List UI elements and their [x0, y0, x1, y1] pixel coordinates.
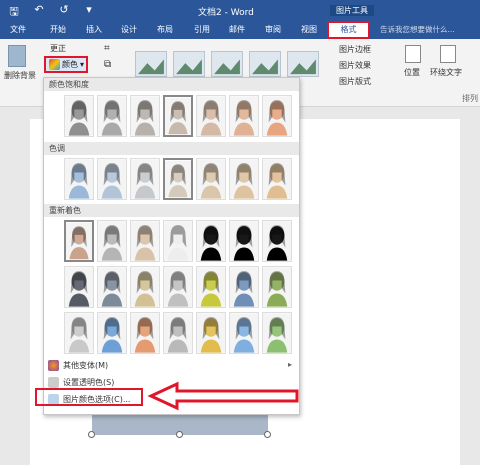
- arrange-group-label: 排列: [462, 94, 478, 103]
- tab-insert[interactable]: 插入: [86, 24, 102, 35]
- tell-me-search[interactable]: 告诉我您想要做什么...: [380, 24, 455, 35]
- resize-handle[interactable]: [176, 431, 183, 438]
- color-swatch[interactable]: [229, 266, 259, 308]
- save-icon[interactable]: 🖫: [6, 3, 22, 22]
- set-transparent-label: 设置透明色(S): [63, 378, 115, 387]
- color-swatch[interactable]: [97, 312, 127, 354]
- tab-references[interactable]: 引用: [194, 24, 210, 35]
- color-swatch[interactable]: [196, 266, 226, 308]
- more-variants-item[interactable]: 其他变体(M): [48, 360, 108, 371]
- document-title: 文档2 - Word: [198, 8, 254, 18]
- set-transparent-color-item[interactable]: 设置透明色(S): [48, 377, 114, 388]
- remove-background-button[interactable]: 删除背景: [4, 70, 36, 81]
- picture-border-button[interactable]: 图片边框: [339, 44, 371, 55]
- color-swatch[interactable]: [196, 220, 226, 262]
- color-swatch[interactable]: [97, 95, 127, 137]
- picture-style-thumb[interactable]: [211, 51, 243, 77]
- color-swatch[interactable]: [97, 220, 127, 262]
- wrap-text-button[interactable]: 环绕文字: [430, 67, 462, 78]
- picture-style-thumb[interactable]: [173, 51, 205, 77]
- position-icon[interactable]: [405, 45, 421, 63]
- color-swatch[interactable]: [163, 312, 193, 354]
- color-tone-header: 色调: [44, 142, 299, 155]
- color-swatch[interactable]: [262, 312, 292, 354]
- transparent-color-icon: [48, 377, 59, 388]
- corrections-button[interactable]: 更正: [50, 43, 66, 54]
- color-button[interactable]: 颜色 ▾: [44, 56, 88, 73]
- picture-effects-button[interactable]: 图片效果: [339, 60, 371, 71]
- picture-style-thumb[interactable]: [249, 51, 281, 77]
- color-swatch[interactable]: [130, 95, 160, 137]
- compress-pictures-icon[interactable]: ⌗: [104, 43, 110, 54]
- tab-format[interactable]: 格式: [327, 21, 370, 39]
- color-swatch[interactable]: [163, 220, 193, 262]
- color-swatch[interactable]: [229, 220, 259, 262]
- tab-view[interactable]: 视图: [301, 24, 317, 35]
- color-swatch[interactable]: [262, 95, 292, 137]
- more-variants-label: 其他变体(M): [63, 361, 109, 370]
- position-button[interactable]: 位置: [404, 67, 420, 78]
- color-swatch[interactable]: [64, 95, 94, 137]
- resize-handle[interactable]: [88, 431, 95, 438]
- color-swatch[interactable]: [64, 266, 94, 308]
- color-swatch[interactable]: [97, 266, 127, 308]
- color-swatch[interactable]: [196, 312, 226, 354]
- color-swatch[interactable]: [130, 158, 160, 200]
- remove-background-icon[interactable]: [8, 45, 26, 67]
- picture-style-thumb[interactable]: [135, 51, 167, 77]
- color-swatch[interactable]: [262, 220, 292, 262]
- palette-icon: [48, 360, 59, 371]
- color-swatch[interactable]: [64, 158, 94, 200]
- tab-home[interactable]: 开始: [50, 24, 66, 35]
- color-swatch[interactable]: [64, 312, 94, 354]
- undo-icon[interactable]: ↶: [31, 3, 47, 22]
- color-swatch[interactable]: [196, 95, 226, 137]
- ribbon-tabs: 文件 开始 插入 设计 布局 引用 邮件 审阅 视图 格式 告诉我您想要做什么.…: [0, 21, 480, 39]
- color-swatch[interactable]: [97, 158, 127, 200]
- resize-handle[interactable]: [264, 431, 271, 438]
- highlight-box: [35, 388, 143, 406]
- color-swatch[interactable]: [229, 95, 259, 137]
- redo-icon[interactable]: ↺: [56, 3, 72, 22]
- tab-file[interactable]: 文件: [10, 24, 26, 35]
- tab-design[interactable]: 设计: [121, 24, 137, 35]
- color-dropdown-menu: 颜色饱和度 色调 重新着色 其他变体(M) ▸ 设置透明色(S) 图片颜色选项(…: [43, 77, 300, 415]
- tab-mailings[interactable]: 邮件: [229, 24, 245, 35]
- color-swatch[interactable]: [130, 220, 160, 262]
- color-saturation-header: 颜色饱和度: [44, 78, 299, 91]
- customize-qat-icon[interactable]: ▾: [81, 3, 97, 22]
- color-swatch[interactable]: [229, 158, 259, 200]
- color-swatch[interactable]: [163, 158, 193, 200]
- wrap-text-icon[interactable]: [440, 45, 456, 63]
- color-button-label: 颜色: [62, 60, 78, 69]
- picture-layout-button[interactable]: 图片版式: [339, 76, 371, 87]
- tab-review[interactable]: 审阅: [265, 24, 281, 35]
- submenu-arrow-icon: ▸: [288, 360, 293, 369]
- change-picture-icon[interactable]: ⧉: [104, 59, 111, 70]
- color-icon: [49, 59, 60, 70]
- color-swatch[interactable]: [196, 158, 226, 200]
- color-swatch[interactable]: [229, 312, 259, 354]
- recolor-header: 重新着色: [44, 204, 299, 217]
- color-swatch[interactable]: [163, 266, 193, 308]
- quick-access-toolbar: 🖫 ↶ ↺ ▾: [6, 3, 97, 22]
- color-swatch[interactable]: [262, 158, 292, 200]
- chevron-down-icon: ▾: [80, 60, 85, 69]
- picture-tools-label: 图片工具: [330, 5, 374, 16]
- title-bar: 🖫 ↶ ↺ ▾ 文档2 - Word 图片工具: [0, 0, 480, 21]
- color-swatch[interactable]: [262, 266, 292, 308]
- callout-arrow-icon: [147, 381, 299, 411]
- tab-layout[interactable]: 布局: [157, 24, 173, 35]
- color-swatch[interactable]: [163, 95, 193, 137]
- color-swatch[interactable]: [130, 312, 160, 354]
- picture-style-thumb[interactable]: [287, 51, 319, 77]
- color-swatch[interactable]: [64, 220, 94, 262]
- color-swatch[interactable]: [130, 266, 160, 308]
